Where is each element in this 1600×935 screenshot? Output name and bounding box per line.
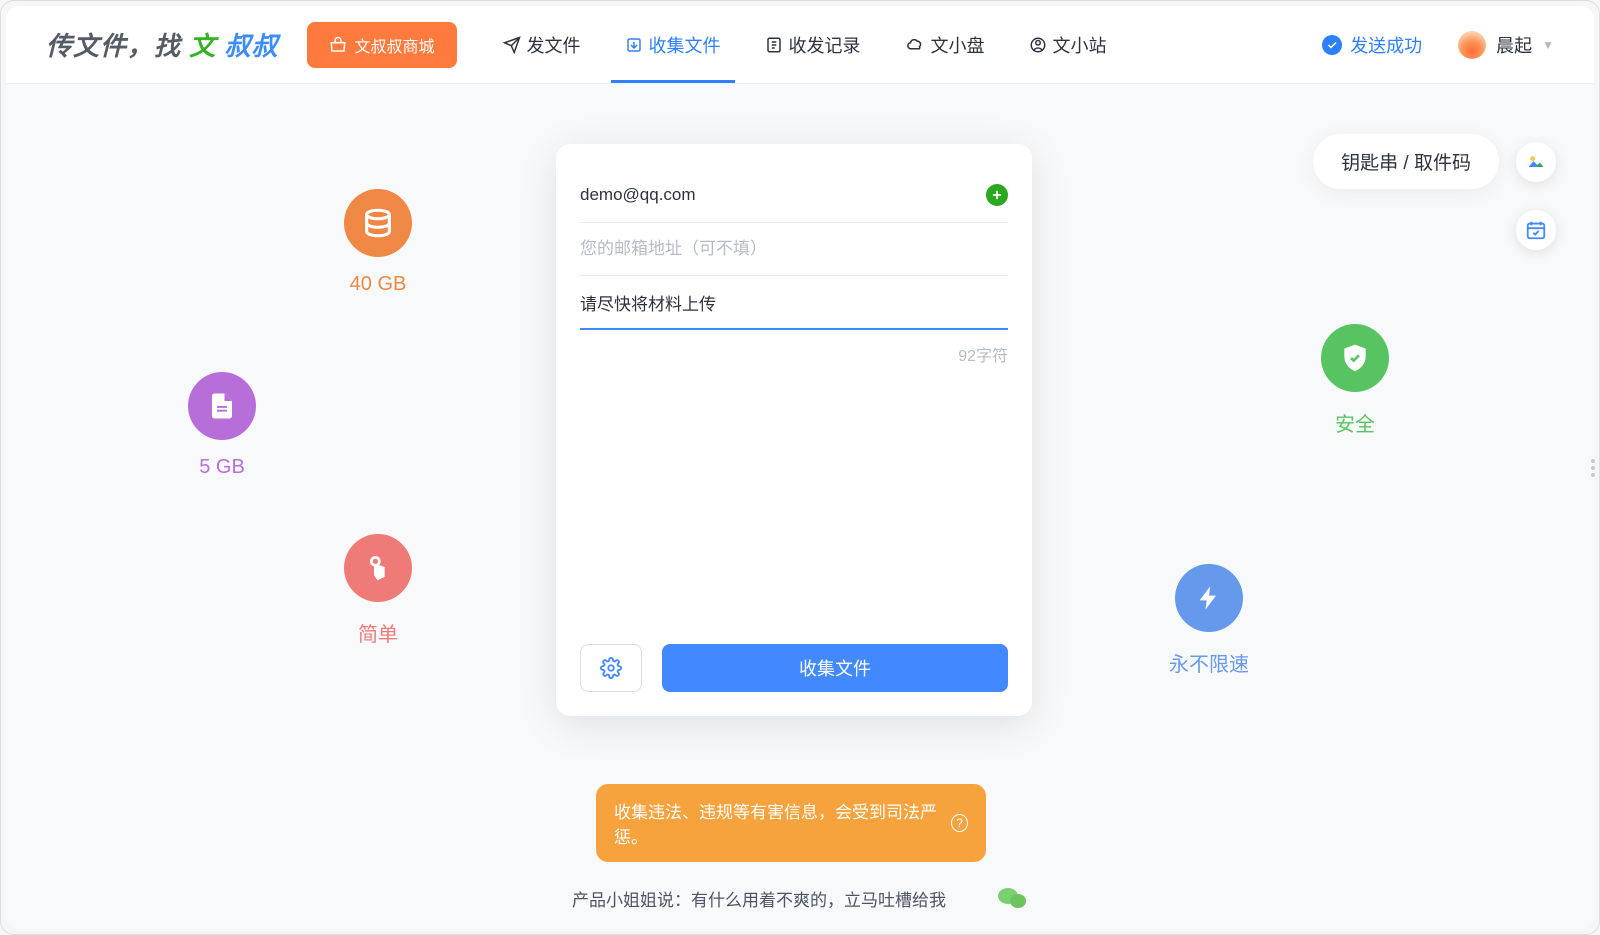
plus-icon [990,188,1004,202]
nav-history[interactable]: 收发记录 [743,6,883,83]
nav-label: 收集文件 [649,32,721,58]
nav-label: 收发记录 [789,32,861,58]
send-status[interactable]: 发送成功 [1322,32,1422,58]
picture-icon [1524,152,1548,172]
footer-text-label: 产品小姐姐说：有什么用着不爽的，立马吐槽给我 [572,886,946,911]
qq-icon[interactable] [960,885,984,911]
user-menu[interactable]: 晨起 ▼ [1458,31,1554,59]
chevron-down-icon: ▼ [1542,38,1554,52]
file-icon [188,372,256,440]
send-icon [503,36,521,54]
feature-label: 安全 [1335,408,1375,437]
feature-40gb: 40 GB [344,189,412,296]
nav-cloud-disk[interactable]: 文小盘 [883,6,1007,83]
help-icon[interactable]: ? [951,814,968,832]
message-row [580,276,1008,330]
nav-label: 文小盘 [931,32,985,58]
avatar [1458,31,1486,59]
check-icon [1322,35,1342,55]
char-count-label: 92字符 [580,330,1008,366]
shield-icon [1321,324,1389,392]
keycode-button[interactable]: 钥匙串 / 取件码 [1313,134,1499,189]
shop-button[interactable]: 文叔叔商城 [307,22,457,68]
top-navigation-bar: 传文件，找 文 叔叔 文叔叔商城 发文件 收集文件 收发记录 文小盘 [6,6,1594,84]
collect-submit-button[interactable]: 收集文件 [662,644,1008,692]
settings-button[interactable] [580,644,642,692]
side-toolbar [1516,142,1556,250]
warning-banner: 收集违法、违规等有害信息，会受到司法严惩。 ? [596,784,986,862]
feature-safe: 安全 [1321,324,1389,437]
feature-5gb: 5 GB [188,372,256,479]
feature-label: 简单 [358,618,398,647]
keycode-label: 钥匙串 / 取件码 [1341,153,1471,174]
calendar-icon [1525,219,1547,241]
warning-text: 收集违法、违规等有害信息，会受到司法严惩。 [614,798,945,848]
history-icon [765,36,783,54]
feature-label: 40 GB [350,273,407,296]
storage-icon [344,189,412,257]
nav-label: 文小站 [1053,32,1107,58]
gear-icon [600,657,622,679]
main-content: 40 GB 5 GB 简单 安全 永不限速 [6,84,1594,929]
feature-label: 永不限速 [1169,648,1249,677]
sender-row [580,223,1008,276]
recipient-input[interactable] [580,185,986,205]
nav-label: 发文件 [527,32,581,58]
main-nav: 发文件 收集文件 收发记录 文小盘 文小站 [481,6,1129,83]
collect-form-card: 92字符 收集文件 [556,144,1032,716]
message-input[interactable] [580,292,1008,312]
wechat-icon[interactable] [998,886,1028,910]
logo-text-2: 文 [189,31,216,61]
logo-text-1: 传文件，找 [46,31,181,61]
card-footer: 收集文件 [580,626,1008,692]
recipient-row [580,168,1008,223]
station-icon [1029,36,1047,54]
image-tool-button[interactable] [1516,142,1556,182]
tap-icon [344,534,412,602]
nav-station[interactable]: 文小站 [1007,6,1129,83]
footer-feedback: 产品小姐姐说：有什么用着不爽的，立马吐槽给我 [6,885,1594,911]
calendar-tool-button[interactable] [1516,210,1556,250]
feature-simple: 简单 [344,534,412,647]
sender-email-input[interactable] [580,239,1008,259]
lightning-icon [1175,564,1243,632]
shop-icon [329,36,347,54]
nav-send-file[interactable]: 发文件 [481,6,603,83]
collect-icon [625,36,643,54]
window-overflow-menu[interactable] [1591,459,1595,477]
feature-label: 5 GB [199,456,245,479]
add-recipient-button[interactable] [986,184,1008,206]
shop-button-label: 文叔叔商城 [355,33,435,57]
nav-collect-file[interactable]: 收集文件 [603,6,743,83]
logo-text-3: 叔叔 [225,31,279,61]
feature-speed: 永不限速 [1169,564,1249,677]
site-logo[interactable]: 传文件，找 文 叔叔 [46,26,279,63]
cloud-icon [905,36,925,54]
user-name-label: 晨起 [1496,32,1532,58]
status-label: 发送成功 [1350,32,1422,58]
